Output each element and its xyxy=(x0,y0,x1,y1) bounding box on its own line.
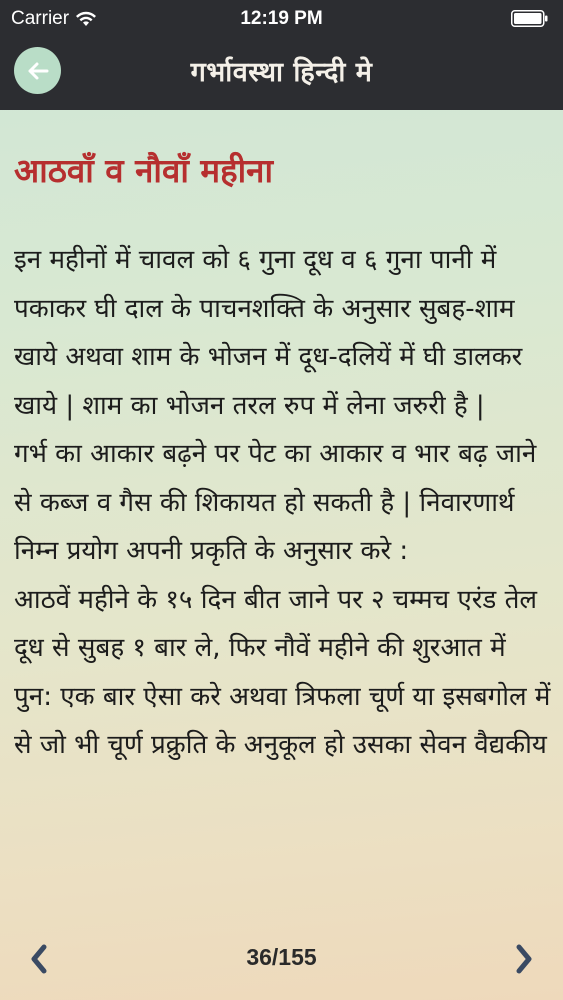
pager: 36/155 xyxy=(0,932,563,984)
paragraph-1: इन महीनों में चावल को ६ गुना दूध व ६ गुन… xyxy=(14,245,523,421)
status-bar: Carrier 12:19 PM xyxy=(0,0,563,38)
back-button[interactable] xyxy=(14,47,61,94)
next-page-button[interactable] xyxy=(509,942,539,976)
paragraph-2: गर्भ का आकार बढ़ने पर पेट का आकार व भार … xyxy=(14,439,537,566)
app-screen: Carrier 12:19 PM गर्भावस्था हिन्दी मे आठ… xyxy=(0,0,563,1000)
battery-icon xyxy=(511,10,548,27)
article-content: आठवाँ व नौवाँ महीना इन महीनों में चावल क… xyxy=(14,140,551,770)
chapter-title: आठवाँ व नौवाँ महीना xyxy=(14,151,274,190)
page-counter: 36/155 xyxy=(246,944,317,970)
paragraph-3: आठवें महीने के १५ दिन बीत जाने पर २ चम्म… xyxy=(14,584,551,761)
chevron-right-icon xyxy=(516,944,532,974)
top-bar: Carrier 12:19 PM गर्भावस्था हिन्दी मे xyxy=(0,0,563,110)
page-title: गर्भावस्था हिन्दी मे xyxy=(190,57,373,88)
status-time: 12:19 PM xyxy=(240,8,323,29)
arrow-left-icon xyxy=(28,62,48,79)
